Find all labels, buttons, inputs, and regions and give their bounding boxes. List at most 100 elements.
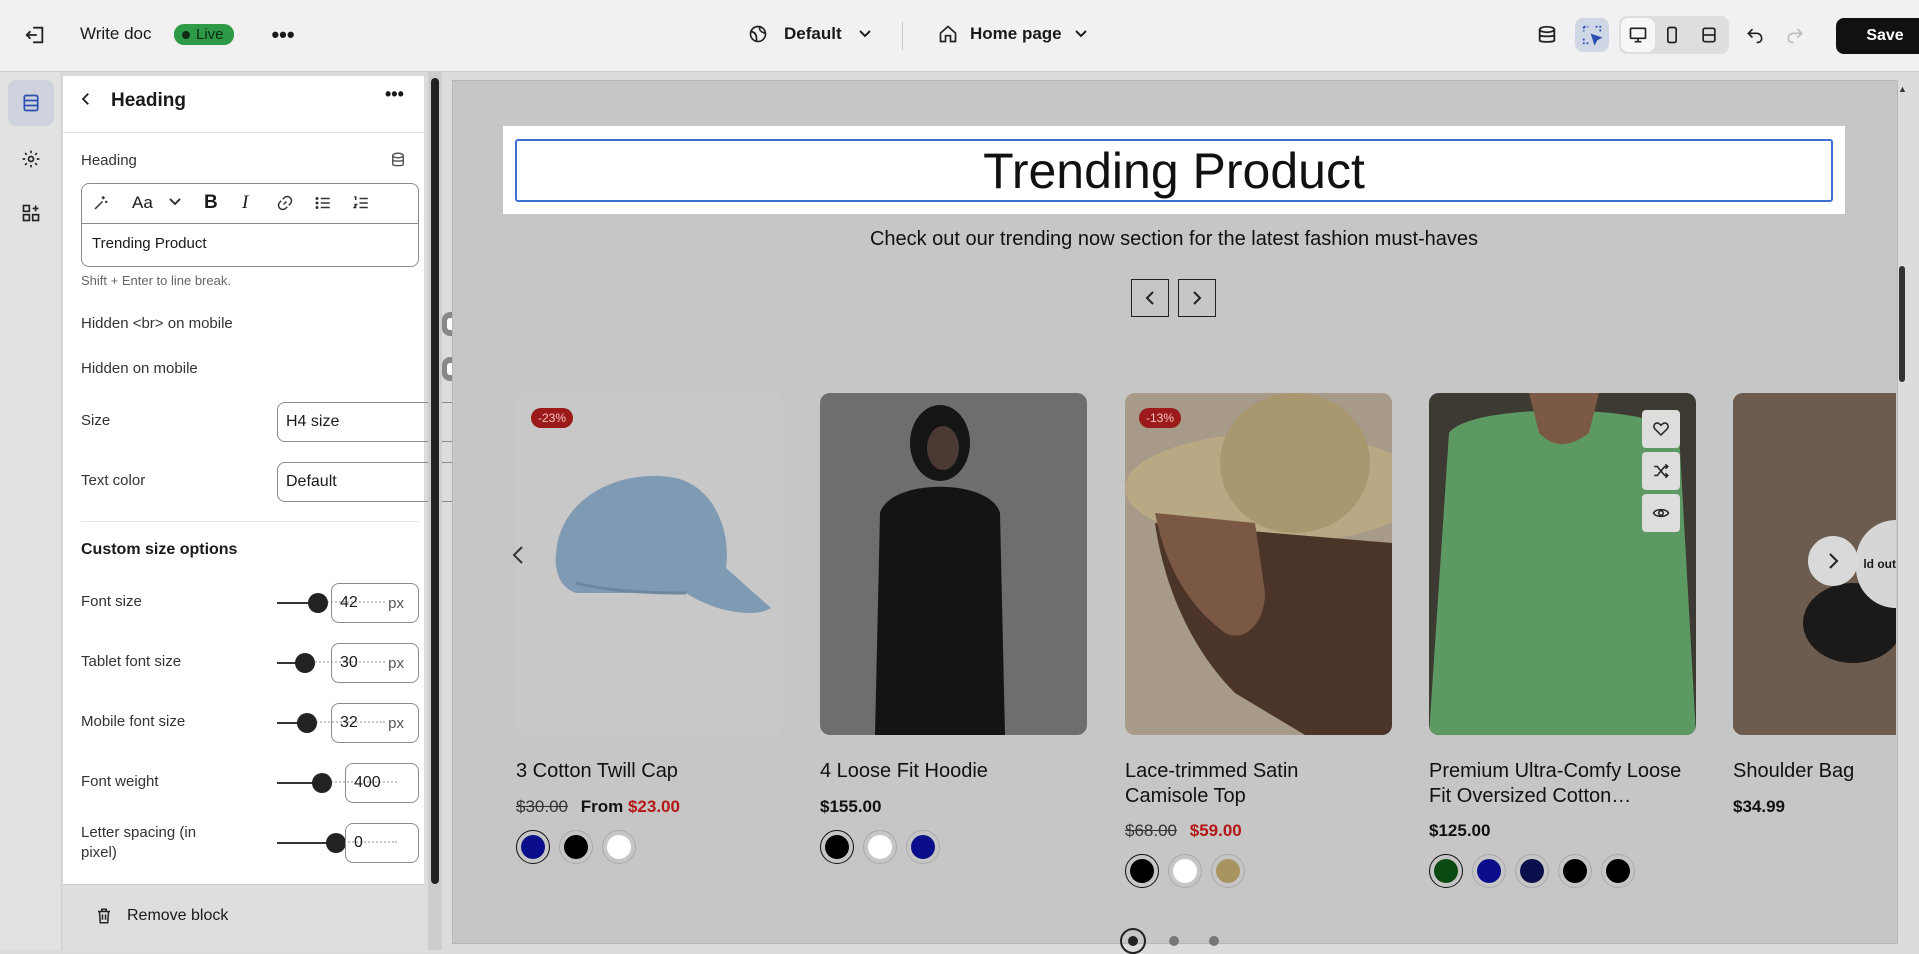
panel-title: Heading xyxy=(111,90,186,111)
divider xyxy=(63,132,424,133)
editor-toolbar: Aa B I xyxy=(82,184,418,224)
exit-icon[interactable] xyxy=(18,18,52,52)
preview-scrollbar[interactable]: ▲ xyxy=(1896,80,1908,944)
size-select[interactable]: H4 size ▲▼ xyxy=(277,402,481,442)
sale-price: $23.00 xyxy=(627,797,680,816)
product-image[interactable] xyxy=(1125,393,1392,735)
magic-icon[interactable] xyxy=(92,194,110,217)
settings-gear-icon[interactable] xyxy=(8,136,54,182)
scroll-up-icon[interactable]: ▲ xyxy=(1898,84,1907,94)
mobile-font-input[interactable]: 32 px xyxy=(331,703,419,743)
pagination-dot-active[interactable] xyxy=(1120,928,1146,954)
letter-spacing-input[interactable]: 0 xyxy=(345,823,419,863)
swatch[interactable] xyxy=(1558,854,1592,888)
swatch[interactable] xyxy=(820,830,854,864)
product-image[interactable] xyxy=(820,393,1087,735)
fullscreen-icon[interactable] xyxy=(1692,18,1726,52)
product-name[interactable]: Lace-trimmed Satin Camisole Top xyxy=(1125,759,1365,809)
unit-label: px xyxy=(388,714,404,732)
product-name[interactable]: Shoulder Bag xyxy=(1733,759,1854,784)
cap-image xyxy=(555,475,771,613)
tablet-font-thumb[interactable] xyxy=(295,653,315,673)
product-image[interactable] xyxy=(516,393,783,735)
product-name[interactable]: Premium Ultra-Comfy Loose Fit Oversized … xyxy=(1429,759,1699,809)
swatch[interactable] xyxy=(1515,854,1549,888)
swatch[interactable] xyxy=(1472,854,1506,888)
font-size-input[interactable]: 42 px xyxy=(331,583,419,623)
apps-icon[interactable] xyxy=(8,190,54,236)
page-selector[interactable]: Home page xyxy=(938,24,1088,44)
hidden-br-label: Hidden <br> on mobile xyxy=(81,315,233,332)
panel-scrollbar[interactable] xyxy=(428,72,442,950)
quick-view-eye-icon[interactable] xyxy=(1642,494,1680,532)
bold-icon[interactable]: B xyxy=(204,192,218,214)
swatch[interactable] xyxy=(1601,854,1635,888)
swatch[interactable] xyxy=(1211,854,1245,888)
text-color-select[interactable]: Default ▲▼ xyxy=(277,462,481,502)
theme-selector[interactable]: Default xyxy=(748,24,872,44)
swatch[interactable] xyxy=(1125,854,1159,888)
database-icon[interactable] xyxy=(1530,18,1564,52)
pagination-dot[interactable] xyxy=(1169,936,1179,946)
heading-text-input[interactable]: Trending Product xyxy=(92,235,207,252)
scrollbar-thumb[interactable] xyxy=(1899,266,1905,382)
chevron-down-icon[interactable] xyxy=(168,194,182,212)
swatch[interactable] xyxy=(516,830,550,864)
panel-more-icon[interactable]: ••• xyxy=(385,84,404,105)
letter-spacing-value: 0 xyxy=(354,834,363,851)
swatch[interactable] xyxy=(602,830,636,864)
old-price: $30.00 xyxy=(516,797,568,816)
discount-badge: -13% xyxy=(1139,408,1182,428)
size-value: H4 size xyxy=(286,413,340,430)
font-family-icon[interactable]: Aa xyxy=(132,193,153,213)
font-size-label: Font size xyxy=(81,593,142,610)
tablet-font-label: Tablet font size xyxy=(81,653,182,670)
carousel-next-button[interactable] xyxy=(1178,279,1216,317)
product-price: $68.00 $59.00 xyxy=(1125,821,1242,841)
divider xyxy=(902,22,903,50)
redo-icon[interactable] xyxy=(1778,18,1812,52)
rich-text-editor[interactable]: Aa B I Trending Product xyxy=(81,183,419,267)
back-icon[interactable] xyxy=(77,90,95,113)
swatch[interactable] xyxy=(1168,854,1202,888)
more-options-icon[interactable]: ••• xyxy=(266,18,300,52)
color-swatches xyxy=(516,830,636,864)
slider-next-arrow[interactable] xyxy=(1808,536,1858,586)
undo-icon[interactable] xyxy=(1738,18,1772,52)
select-element-icon[interactable] xyxy=(1575,18,1609,52)
swatch[interactable] xyxy=(1429,854,1463,888)
swatch[interactable] xyxy=(906,830,940,864)
italic-icon[interactable]: I xyxy=(242,192,248,214)
product-name[interactable]: 3 Cotton Twill Cap xyxy=(516,759,678,784)
mobile-icon[interactable] xyxy=(1655,18,1689,52)
font-weight-input[interactable]: 400 xyxy=(345,763,419,803)
save-button[interactable]: Save xyxy=(1836,18,1919,54)
font-size-thumb[interactable] xyxy=(308,593,328,613)
wishlist-heart-icon[interactable] xyxy=(1642,410,1680,448)
swatch[interactable] xyxy=(863,830,897,864)
numbered-list-icon[interactable] xyxy=(352,194,370,217)
preview-heading[interactable]: Trending Product xyxy=(515,139,1833,202)
custom-size-heading: Custom size options xyxy=(81,541,238,558)
link-icon[interactable] xyxy=(276,194,294,217)
desktop-icon[interactable] xyxy=(1621,18,1655,52)
remove-block-button[interactable]: Remove block xyxy=(95,907,228,925)
dynamic-source-icon[interactable] xyxy=(389,151,407,174)
product-name[interactable]: 4 Loose Fit Hoodie xyxy=(820,759,988,784)
letter-spacing-thumb[interactable] xyxy=(326,833,346,853)
slider-prev-arrow[interactable] xyxy=(508,543,540,583)
carousel-prev-button[interactable] xyxy=(1131,279,1169,317)
mobile-font-thumb[interactable] xyxy=(297,713,317,733)
settings-panel: Heading ••• Heading Aa B I Trending Prod… xyxy=(63,76,482,884)
color-swatches xyxy=(1429,854,1635,888)
price-prefix: From xyxy=(580,797,624,816)
pagination-dot[interactable] xyxy=(1209,936,1219,946)
swatch[interactable] xyxy=(559,830,593,864)
scrollbar-thumb[interactable] xyxy=(431,78,439,884)
font-weight-thumb[interactable] xyxy=(312,773,332,793)
tablet-font-input[interactable]: 30 px xyxy=(331,643,419,683)
sections-icon[interactable] xyxy=(8,80,54,126)
compare-shuffle-icon[interactable] xyxy=(1642,452,1680,490)
bullet-list-icon[interactable] xyxy=(314,194,332,217)
text-color-label: Text color xyxy=(81,472,146,489)
